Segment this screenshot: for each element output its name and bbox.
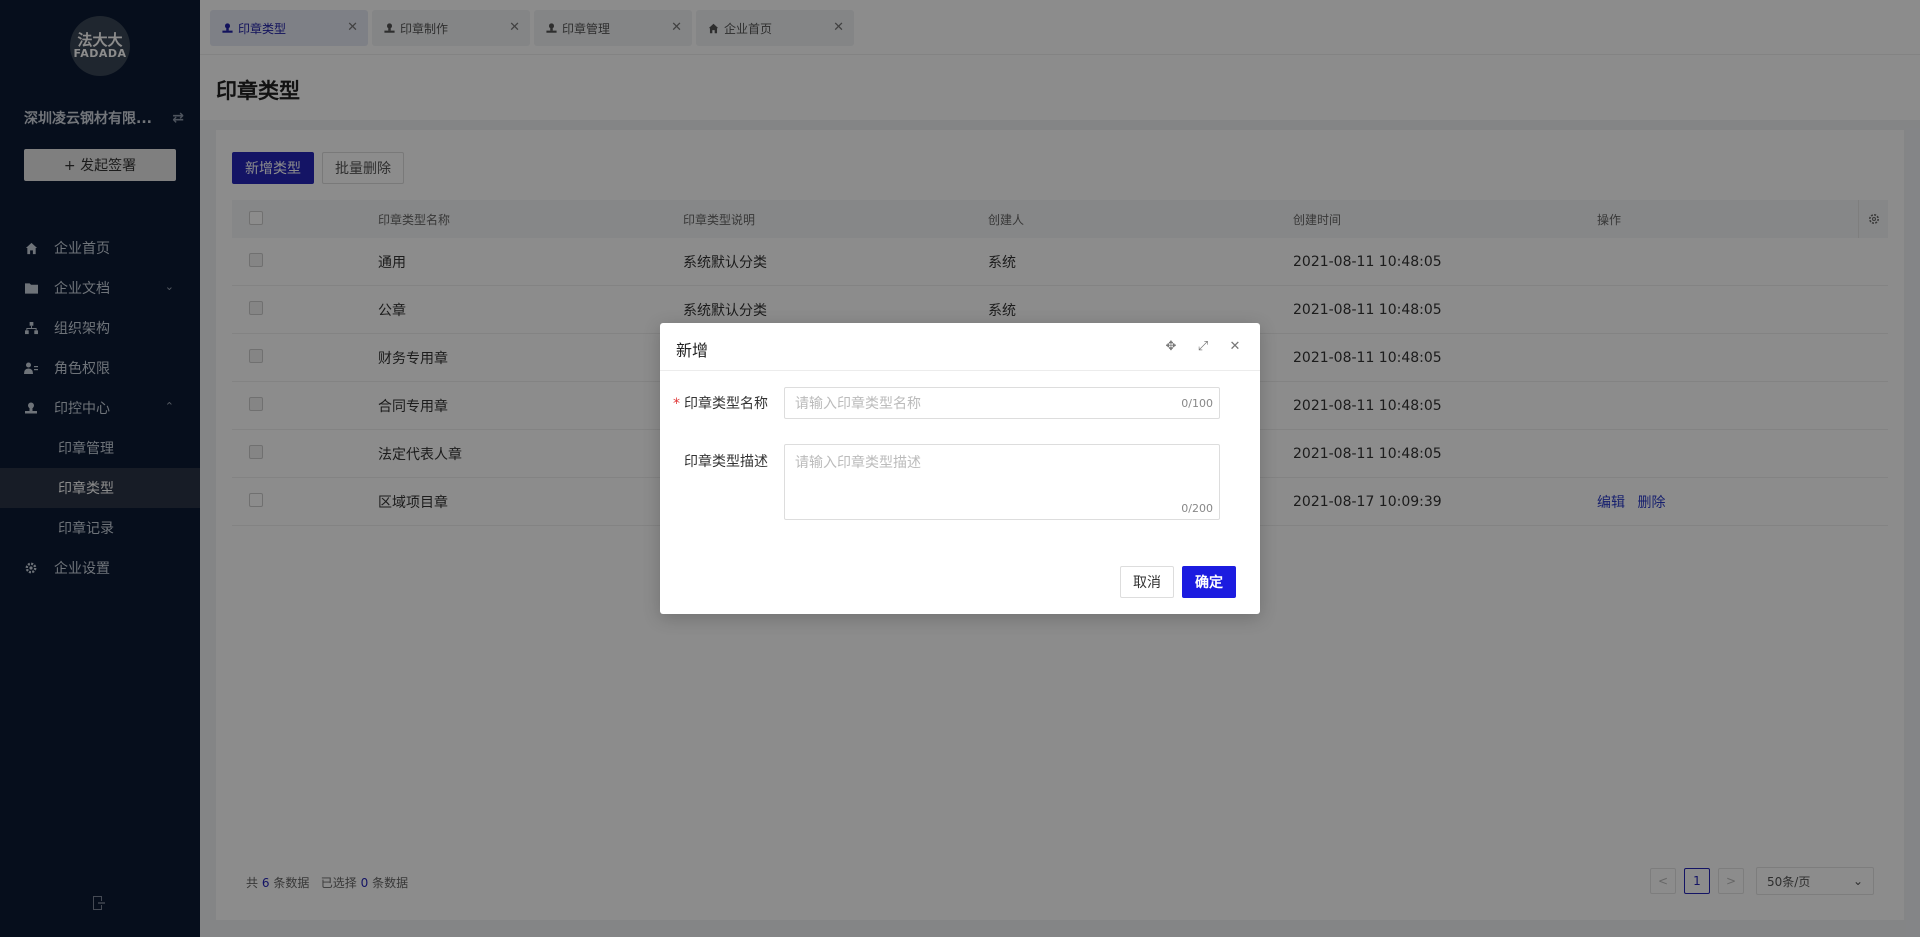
seal-type-desc-textarea[interactable]: 请输入印章类型描述 0/200 <box>784 444 1220 520</box>
desc-char-count: 0/200 <box>1181 502 1213 515</box>
name-placeholder: 请输入印章类型名称 <box>795 396 921 412</box>
desc-form-row: 印章类型描述 请输入印章类型描述 0/200 <box>660 444 1220 520</box>
seal-type-name-input[interactable]: 请输入印章类型名称 0/100 <box>784 387 1220 419</box>
confirm-button[interactable]: 确定 <box>1182 566 1236 598</box>
dialog-header: 新增 ✥ ⤢ ✕ <box>660 323 1260 371</box>
dialog-title: 新增 <box>676 341 709 360</box>
name-label-text: 印章类型名称 <box>684 396 768 412</box>
fullscreen-icon[interactable]: ⤢ <box>1194 337 1212 355</box>
close-icon[interactable]: ✕ <box>1226 337 1244 355</box>
cancel-button[interactable]: 取消 <box>1120 566 1174 598</box>
name-char-count: 0/100 <box>1181 397 1213 410</box>
add-type-dialog: 新增 ✥ ⤢ ✕ * 印章类型名称 请输入印章类型名称 0/100 印章类型描述 … <box>660 323 1260 614</box>
name-label: * 印章类型名称 <box>660 387 784 419</box>
desc-label: 印章类型描述 <box>684 454 768 470</box>
name-form-row: * 印章类型名称 请输入印章类型名称 0/100 <box>660 387 1220 419</box>
desc-placeholder: 请输入印章类型描述 <box>795 455 921 471</box>
move-icon[interactable]: ✥ <box>1162 337 1180 355</box>
required-mark: * <box>673 396 680 412</box>
